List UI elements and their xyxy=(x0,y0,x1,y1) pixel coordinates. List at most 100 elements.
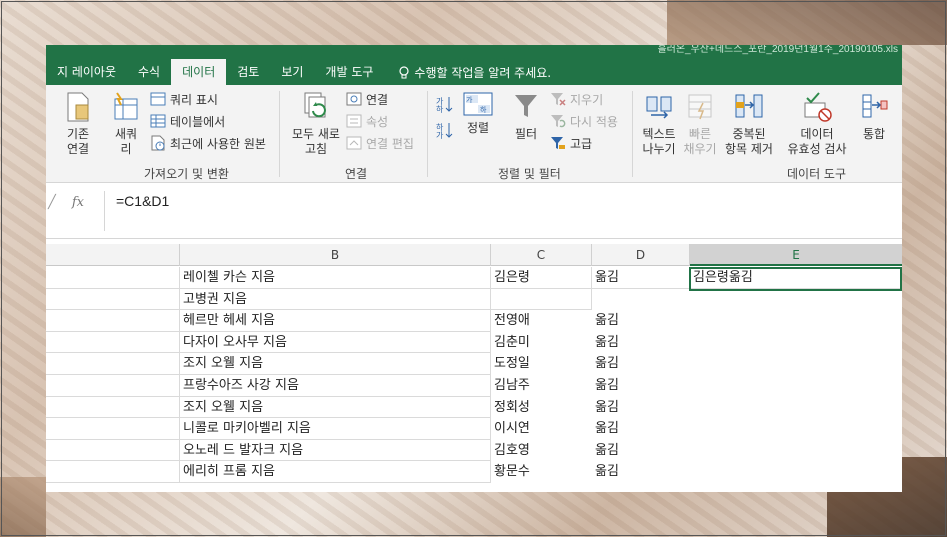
cell-a[interactable] xyxy=(46,310,180,332)
enter-check-icon[interactable]: ╱ xyxy=(48,195,56,210)
connections-button[interactable]: 연결 xyxy=(346,89,388,109)
cell-b[interactable]: 조지 오웰 지음 xyxy=(180,396,491,419)
cell-a[interactable] xyxy=(46,288,180,311)
cell-a[interactable] xyxy=(46,374,180,397)
cell-c[interactable]: 도정일 xyxy=(491,353,592,375)
cell-d[interactable]: 옮김 xyxy=(592,332,690,354)
reapply-filter-button[interactable]: 다시 적용 xyxy=(550,111,618,131)
cell-b[interactable]: 니콜로 마키아벨리 지음 xyxy=(180,418,491,440)
formula-bar: ╱ fx =C1&D1 xyxy=(46,183,902,239)
properties-button[interactable]: 속성 xyxy=(346,111,388,131)
cell-e[interactable] xyxy=(690,440,902,462)
tab-data[interactable]: 데이터 xyxy=(171,59,227,85)
from-table-button[interactable]: 테이블에서 xyxy=(150,111,225,131)
existing-connections-button[interactable]: 기존 연결 xyxy=(58,91,98,157)
tab-view[interactable]: 보기 xyxy=(270,61,314,85)
cell-c[interactable]: 김은령 xyxy=(491,267,592,289)
cell-d[interactable] xyxy=(592,289,690,311)
cell-c[interactable] xyxy=(491,288,592,311)
flash-fill-icon xyxy=(688,94,712,120)
cell-b[interactable]: 고병권 지음 xyxy=(180,288,491,311)
column-header-c[interactable]: C xyxy=(491,244,592,266)
sort-button[interactable]: 가 하 정렬 xyxy=(460,91,496,136)
cell-b[interactable]: 오노레 드 발자크 지음 xyxy=(180,439,491,462)
cell-e[interactable] xyxy=(690,353,902,375)
cell-b[interactable]: 레이첼 카슨 지음 xyxy=(180,267,491,289)
refresh-all-button[interactable]: 모두 새로 고침 xyxy=(286,91,346,157)
cell-a[interactable] xyxy=(46,396,180,419)
column-header-d[interactable]: D xyxy=(592,244,690,266)
column-header-b[interactable]: B xyxy=(180,244,491,266)
cell-c[interactable]: 정회성 xyxy=(491,397,592,419)
ribbon: 기존 연결 새쿼 리 쿼리 표시 테이블에서 최근에 사용한 원본 가져오기 및… xyxy=(46,85,902,183)
cell-b[interactable]: 조지 오웰 지음 xyxy=(180,353,491,375)
table-row: 헤르만 헤세 지음 전영애 옮김 xyxy=(46,310,902,332)
cell-c[interactable]: 황문수 xyxy=(491,461,592,483)
cell-a[interactable] xyxy=(46,331,180,354)
text-to-columns-icon xyxy=(646,96,672,119)
cell-e[interactable] xyxy=(690,461,902,483)
insert-function-icon[interactable]: fx xyxy=(72,195,84,210)
sort-ascending-button[interactable]: 가 하 xyxy=(436,95,454,117)
consolidate-button[interactable]: 통합 xyxy=(854,91,894,142)
cell-c[interactable]: 김남주 xyxy=(491,375,592,397)
tell-me-box[interactable]: 수행할 작업을 알려 주세요. xyxy=(384,61,551,85)
tab-page-layout[interactable]: 지 레이아웃 xyxy=(46,61,127,85)
edit-links-button[interactable]: 연결 편집 xyxy=(346,133,414,153)
cell-e[interactable] xyxy=(690,310,902,332)
cell-d[interactable]: 옮김 xyxy=(592,397,690,419)
cell-c[interactable]: 김춘미 xyxy=(491,332,592,354)
tab-developer[interactable]: 개발 도구 xyxy=(314,61,384,85)
filter-button[interactable]: 필터 xyxy=(508,91,544,142)
recent-sources-icon xyxy=(151,135,165,151)
cell-d[interactable]: 옮김 xyxy=(592,353,690,375)
data-validation-button[interactable]: 데이터 유효성 검사 xyxy=(782,91,852,157)
cell-d[interactable]: 옮김 xyxy=(592,375,690,397)
new-query-button[interactable]: 새쿼 리 xyxy=(108,91,144,157)
remove-duplicates-button[interactable]: 중복된 항목 제거 xyxy=(720,91,778,157)
flash-fill-button[interactable]: 빠른 채우기 xyxy=(682,91,718,157)
cell-a[interactable] xyxy=(46,418,180,440)
cell-e[interactable] xyxy=(690,375,902,397)
cell-a[interactable] xyxy=(46,439,180,462)
cell-c[interactable]: 전영애 xyxy=(491,310,592,332)
formula-input[interactable]: =C1&D1 xyxy=(116,193,169,209)
tab-formulas[interactable]: 수식 xyxy=(127,61,171,85)
cell-b[interactable]: 프랑수아즈 사강 지음 xyxy=(180,374,491,397)
cell-c[interactable]: 이시연 xyxy=(491,418,592,440)
lightbulb-icon xyxy=(399,66,410,79)
column-header-e[interactable]: E xyxy=(690,244,902,266)
cell-e[interactable]: 김은령옮김 xyxy=(690,267,902,289)
show-queries-button[interactable]: 쿼리 표시 xyxy=(150,89,218,109)
cell-d[interactable]: 옮김 xyxy=(592,461,690,483)
cell-a[interactable] xyxy=(46,461,180,483)
sort-descending-icon: 하 가 xyxy=(436,122,453,140)
cell-b[interactable]: 다자이 오사무 지음 xyxy=(180,331,491,354)
cell-b[interactable]: 에리히 프롬 지음 xyxy=(180,461,491,483)
cell-d[interactable]: 옮김 xyxy=(592,310,690,332)
get-transform-group-label: 가져오기 및 변환 xyxy=(144,167,229,181)
existing-connections-icon xyxy=(67,92,89,122)
cell-e[interactable] xyxy=(690,332,902,354)
cell-e[interactable] xyxy=(690,397,902,419)
cell-d[interactable]: 옮김 xyxy=(592,440,690,462)
cell-a[interactable] xyxy=(46,353,180,375)
cell-d[interactable]: 옮김 xyxy=(592,418,690,440)
tab-review[interactable]: 검토 xyxy=(226,61,270,85)
cell-e[interactable] xyxy=(690,418,902,440)
advanced-filter-button[interactable]: 고급 xyxy=(550,133,592,153)
column-header-a[interactable] xyxy=(46,244,180,266)
recent-sources-button[interactable]: 최근에 사용한 원본 xyxy=(150,133,266,153)
cell-c[interactable]: 김호영 xyxy=(491,440,592,462)
cell-b[interactable]: 헤르만 헤세 지음 xyxy=(180,310,491,332)
sort-filter-group-label: 정렬 및 필터 xyxy=(498,167,561,181)
cell-e[interactable] xyxy=(690,289,902,311)
cell-a[interactable] xyxy=(46,267,180,289)
sort-descending-button[interactable]: 하 가 xyxy=(436,121,454,143)
svg-text:가: 가 xyxy=(466,95,473,104)
from-table-label: 테이블에서 xyxy=(170,114,226,129)
cell-d[interactable]: 옮김 xyxy=(592,267,690,289)
edit-links-label: 연결 편집 xyxy=(366,136,414,151)
clear-filter-button[interactable]: 지우기 xyxy=(550,89,603,109)
text-to-columns-button[interactable]: 텍스트 나누기 xyxy=(638,91,680,157)
